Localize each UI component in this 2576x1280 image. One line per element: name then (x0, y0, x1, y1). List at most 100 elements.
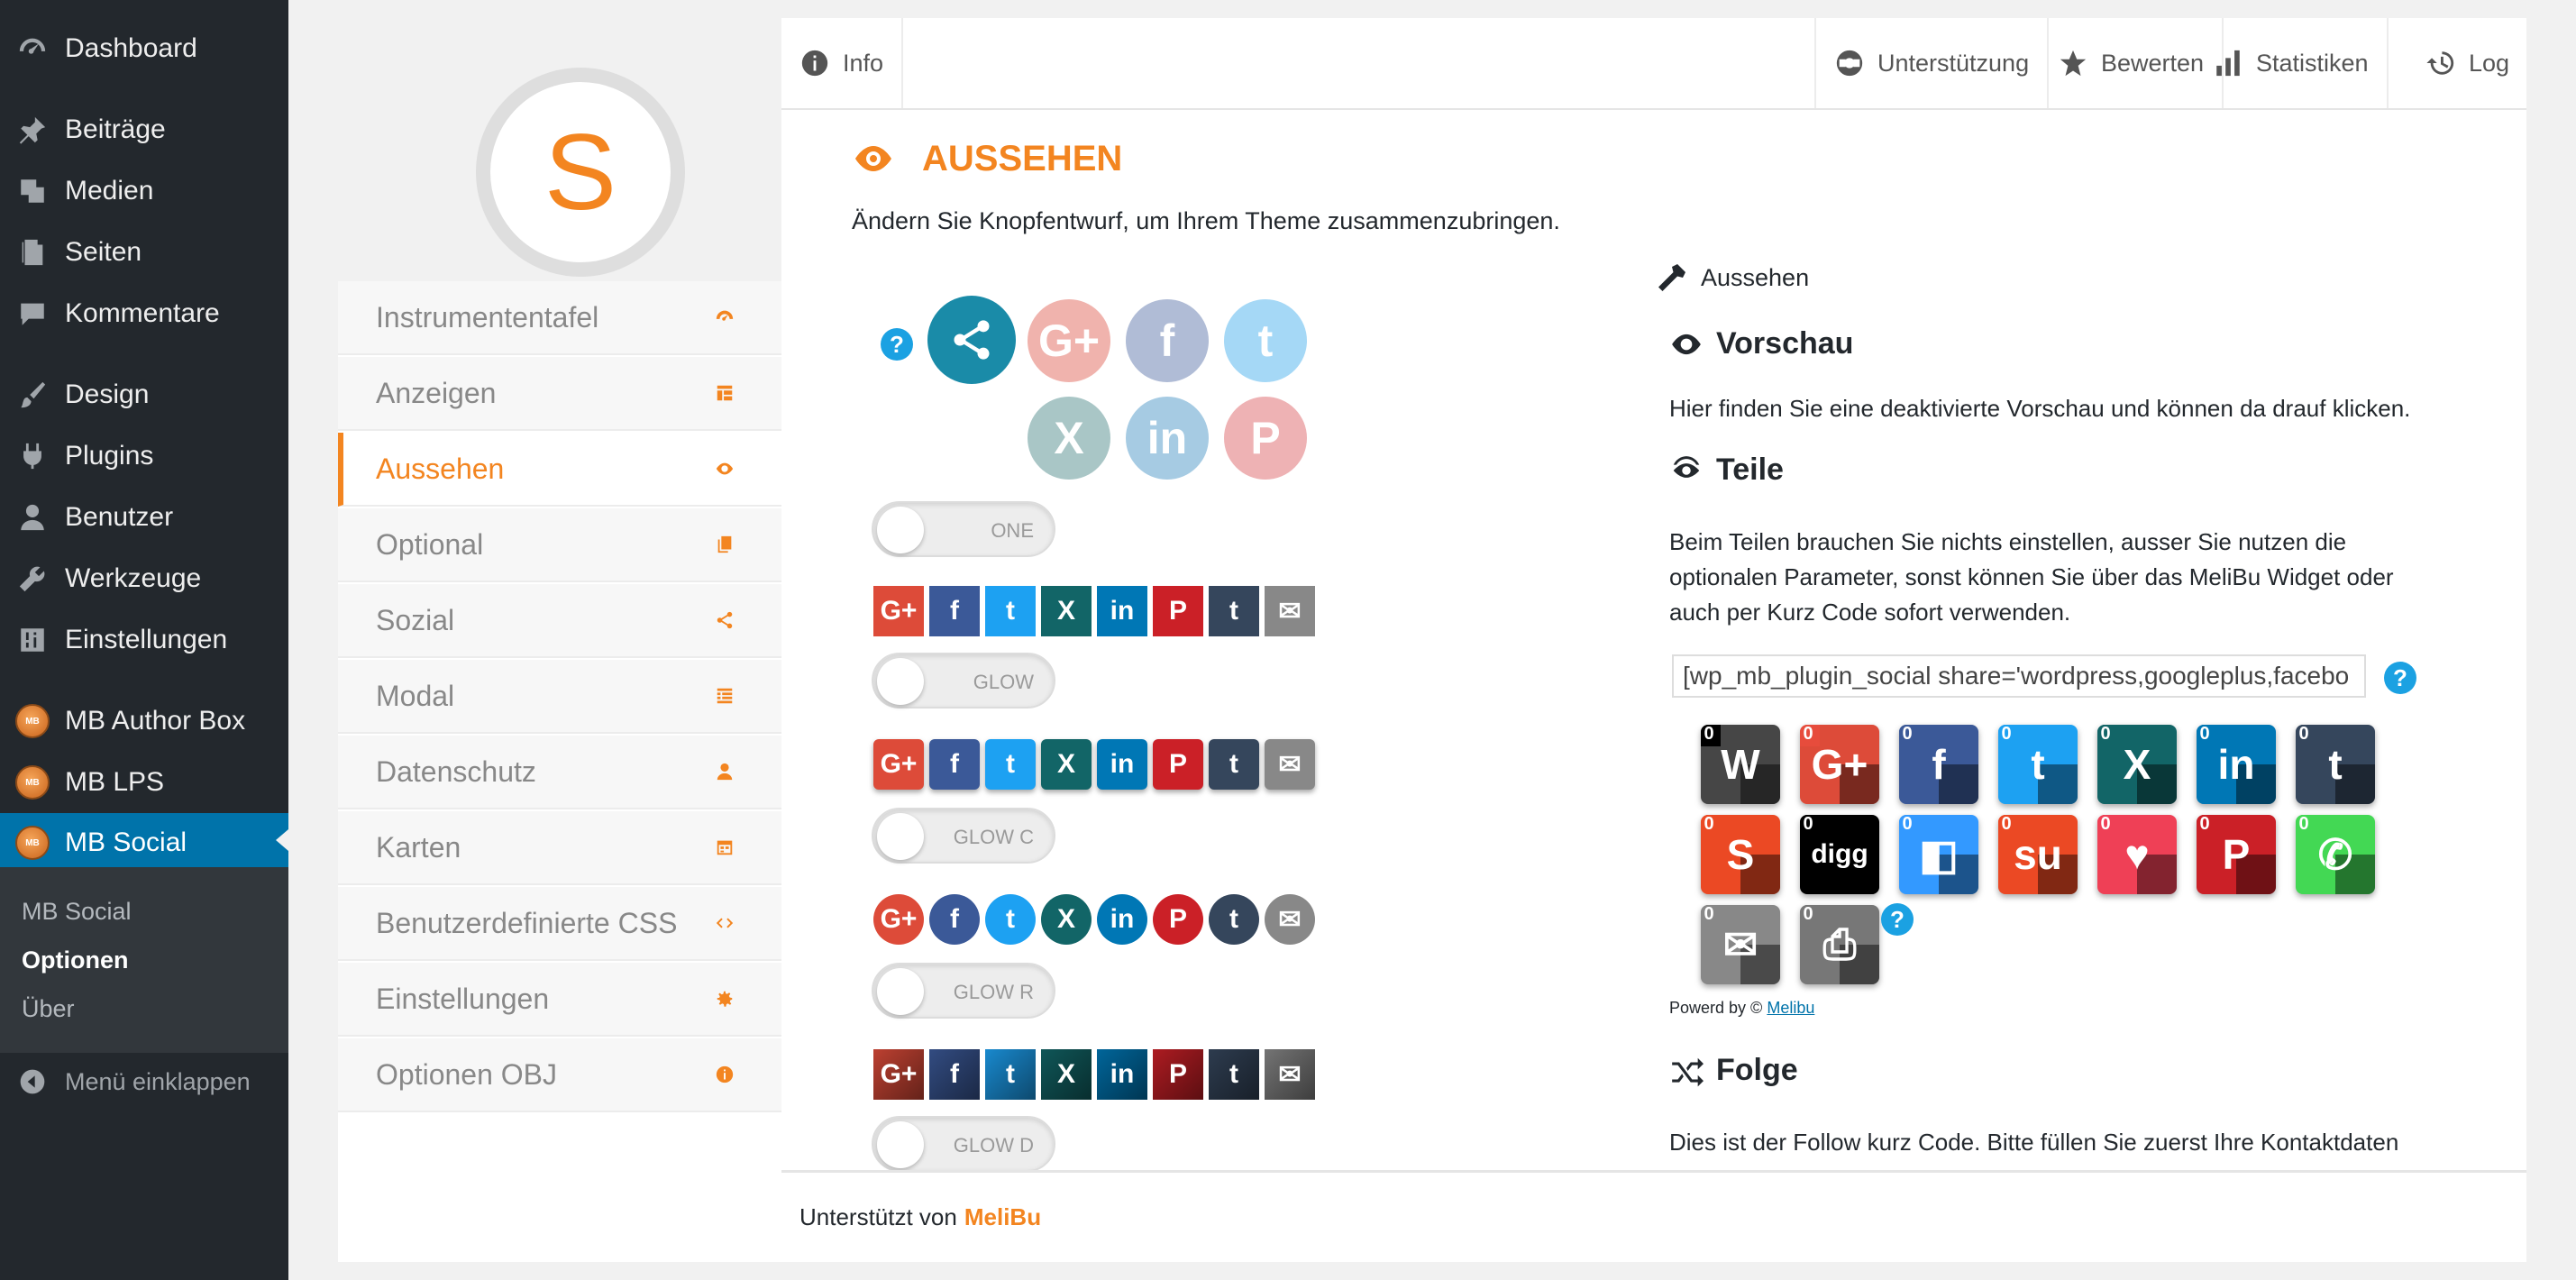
google-share-button[interactable]: G+ (873, 1049, 924, 1100)
xing-share-button[interactable]: X (1041, 586, 1092, 636)
toggle-glow-d[interactable]: GLOW D (872, 1116, 1055, 1170)
print-preview-button[interactable]: ⎙ 0 (1800, 905, 1879, 984)
xing-share-button[interactable]: X (1041, 1049, 1092, 1100)
twitter-share-button[interactable]: t (985, 739, 1036, 790)
twitter-share-button[interactable]: t (985, 586, 1036, 636)
linkedin-share-button[interactable]: in (1097, 739, 1147, 790)
linkedin-share-button[interactable]: in (1097, 586, 1147, 636)
delicious-preview-button[interactable]: ◧ 0 (1899, 815, 1978, 894)
twitter-preview-button[interactable]: t0 (1998, 725, 2078, 804)
tab-stats[interactable]: Statistiken (2195, 18, 2389, 108)
help-icon[interactable]: ? (2384, 662, 2416, 694)
submenu-mb-social[interactable]: MB Social (22, 898, 132, 926)
twitter-circle-button[interactable]: t (1224, 299, 1307, 382)
menu-mb-lps[interactable]: MB MB LPS (0, 755, 288, 809)
button-row-round: G+ f t Xin Pt ✉ (873, 894, 1315, 945)
tumblr-share-button[interactable]: t (1209, 894, 1259, 945)
mail-share-button[interactable]: ✉ (1265, 586, 1315, 636)
menu-users[interactable]: Benutzer (0, 490, 288, 544)
pinterest-circle-button[interactable]: P (1224, 397, 1307, 480)
help-icon[interactable]: ? (881, 328, 913, 361)
xing-preview-button[interactable]: X0 (2097, 725, 2177, 804)
googleplus-circle-button[interactable]: G+ (1028, 299, 1110, 382)
plugin-nav-optional[interactable]: Optional (338, 508, 781, 582)
menu-mb-author-box[interactable]: MB MB Author Box (0, 694, 288, 748)
help-icon[interactable]: ? (1881, 903, 1914, 936)
menu-plugins[interactable]: Plugins (0, 429, 288, 483)
plugin-nav-datenschutz[interactable]: Datenschutz (338, 736, 781, 809)
linkedin-preview-button[interactable]: in 0 (2197, 725, 2276, 804)
toggle-one[interactable]: ONE (872, 501, 1055, 557)
googleplus-preview-button[interactable]: G+ 0 (1800, 725, 1879, 804)
plugin-nav-karten[interactable]: Karten (338, 811, 781, 885)
tumblr-share-button[interactable]: t (1209, 1049, 1259, 1100)
facebook-share-button[interactable]: f (929, 739, 980, 790)
mail-share-button[interactable]: ✉ (1265, 1049, 1315, 1100)
tumblr-share-button[interactable]: t (1209, 586, 1259, 636)
plugin-nav-instrumententafel[interactable]: Instrumententafel (338, 281, 781, 355)
pinterest-share-button[interactable]: P (1153, 586, 1203, 636)
menu-pages[interactable]: Seiten (0, 225, 288, 279)
plugin-nav-optionen-obj[interactable]: Optionen OBJ (338, 1038, 781, 1112)
linkedin-share-button[interactable]: in (1097, 894, 1147, 945)
stumbleupon-preview-button[interactable]: S0 (1701, 815, 1780, 894)
menu-tools[interactable]: Werkzeuge (0, 552, 288, 606)
google-share-button[interactable]: G+ (873, 739, 924, 790)
toggle-glow-r[interactable]: GLOW R (872, 963, 1055, 1019)
submenu-uber[interactable]: Über (22, 995, 75, 1023)
share-button[interactable] (927, 296, 1016, 384)
mail-share-button[interactable]: ✉ (1265, 739, 1315, 790)
footer-brand-link[interactable]: MeliBu (964, 1203, 1041, 1231)
menu-comments[interactable]: Kommentare (0, 287, 288, 341)
plugin-nav-aussehen[interactable]: Aussehen (338, 433, 781, 507)
menu-dashboard[interactable]: Dashboard (0, 22, 288, 76)
toggle-glow-c[interactable]: GLOW C (872, 808, 1055, 864)
melibu-link[interactable]: Melibu (1767, 999, 1814, 1017)
wordpress-preview-button[interactable]: W0 (1701, 725, 1780, 804)
pinterest-preview-button[interactable]: P0 (2197, 815, 2276, 894)
pocket-preview-button[interactable]: ♥ 0 (2097, 815, 2177, 894)
menu-design[interactable]: Design (0, 368, 288, 422)
facebook-share-button[interactable]: f (929, 894, 980, 945)
menu-posts[interactable]: Beiträge (0, 103, 288, 157)
menu-settings[interactable]: Einstellungen (0, 613, 288, 667)
xing-circle-button[interactable]: X (1028, 397, 1110, 480)
plugin-nav-benutzerdefinierte-css[interactable]: Benutzerdefinierte CSS (338, 887, 781, 961)
facebook-share-button[interactable]: f (929, 1049, 980, 1100)
facebook-circle-button[interactable]: f (1126, 299, 1209, 382)
tab-log[interactable]: Log (2407, 18, 2527, 108)
facebook-share-button[interactable]: f (929, 586, 980, 636)
menu-media[interactable]: Medien (0, 164, 288, 218)
collapse-menu-button[interactable]: Menü einklappen (0, 1055, 288, 1109)
pinterest-share-button[interactable]: P (1153, 1049, 1203, 1100)
plugin-nav-anzeigen[interactable]: Anzeigen (338, 357, 781, 431)
nav-label: Optional (376, 527, 484, 561)
stumble2-preview-button[interactable]: su 0 (1998, 815, 2078, 894)
pinterest-share-button[interactable]: P (1153, 739, 1203, 790)
pinterest-share-button[interactable]: P (1153, 894, 1203, 945)
linkedin-share-button[interactable]: in (1097, 1049, 1147, 1100)
digg-preview-button[interactable]: digg 0 (1800, 815, 1879, 894)
toggle-glow[interactable]: GLOW (872, 653, 1055, 709)
facebook-preview-button[interactable]: f0 (1899, 725, 1978, 804)
mail-preview-button[interactable]: ✉ 0 (1701, 905, 1780, 984)
twitter-share-button[interactable]: t (985, 1049, 1036, 1100)
tab-info[interactable]: Info (781, 18, 904, 108)
tumblr-preview-button[interactable]: t0 (2296, 725, 2375, 804)
mail-share-button[interactable]: ✉ (1265, 894, 1315, 945)
plugin-nav-einstellungen[interactable]: Einstellungen (338, 963, 781, 1037)
shortcode-input[interactable]: [wp_mb_plugin_social share='wordpress,go… (1672, 654, 2366, 698)
plugin-nav-modal[interactable]: Modal (338, 660, 781, 734)
plugin-nav-sozial[interactable]: Sozial (338, 584, 781, 658)
linkedin-circle-button[interactable]: in (1126, 397, 1209, 480)
menu-mb-social[interactable]: MB MB Social (0, 813, 288, 873)
submenu-optionen[interactable]: Optionen (22, 946, 128, 974)
google-share-button[interactable]: G+ (873, 586, 924, 636)
twitter-share-button[interactable]: t (985, 894, 1036, 945)
tumblr-share-button[interactable]: t (1209, 739, 1259, 790)
xing-share-button[interactable]: X (1041, 739, 1092, 790)
xing-share-button[interactable]: X (1041, 894, 1092, 945)
tab-support[interactable]: Unterstützung (1814, 18, 2050, 108)
google-share-button[interactable]: G+ (873, 894, 924, 945)
whatsapp-preview-button[interactable]: ✆ 0 (2296, 815, 2375, 894)
